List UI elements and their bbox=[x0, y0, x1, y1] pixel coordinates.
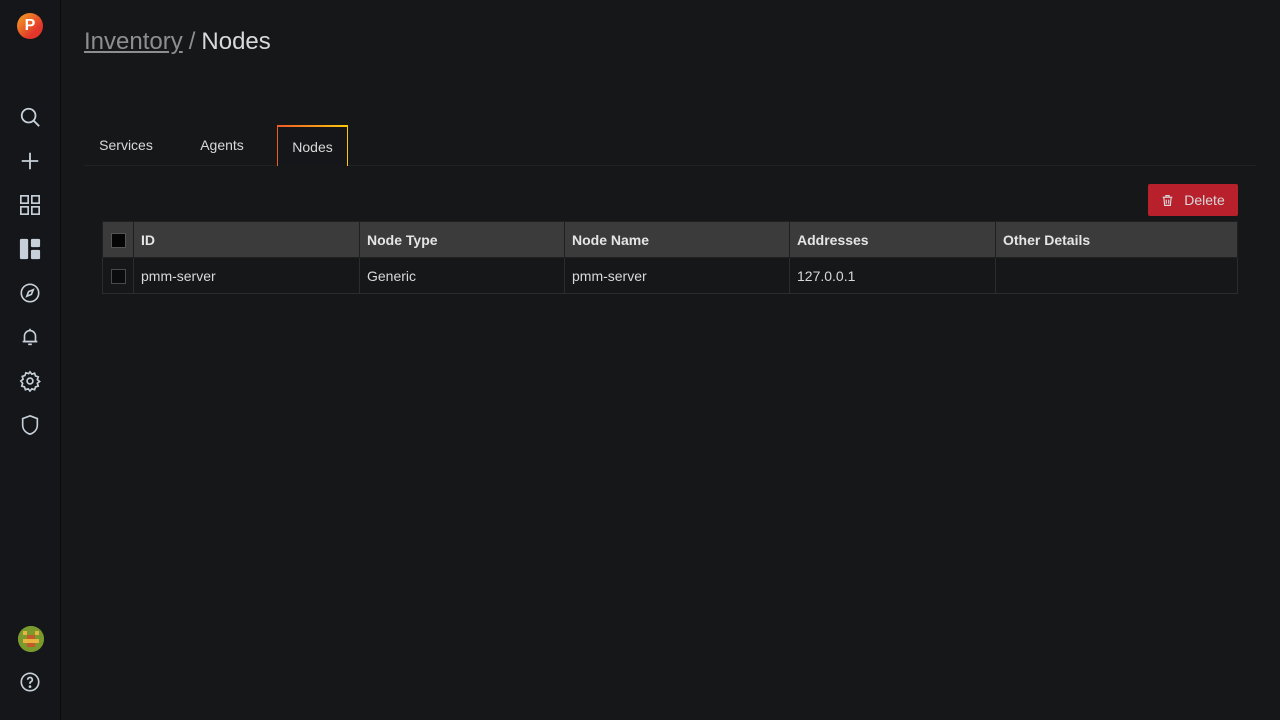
pmm-logo-icon[interactable]: P bbox=[17, 13, 43, 39]
breadcrumb-inventory-link[interactable]: Inventory bbox=[84, 28, 183, 55]
avatar[interactable] bbox=[18, 626, 44, 652]
table-row[interactable]: pmm-server Generic pmm-server 127.0.0.1 bbox=[102, 257, 1238, 294]
column-header-other-details: Other Details bbox=[995, 221, 1238, 258]
column-header-addresses: Addresses bbox=[789, 221, 996, 258]
column-header-node-type: Node Type bbox=[359, 221, 565, 258]
sidebar: P bbox=[0, 0, 60, 720]
logo-letter: P bbox=[24, 17, 36, 34]
page-title: Nodes bbox=[201, 28, 271, 55]
search-icon[interactable] bbox=[18, 105, 42, 129]
delete-button[interactable]: Delete bbox=[1148, 184, 1238, 216]
alerting-icon[interactable] bbox=[18, 325, 42, 349]
column-header-id: ID bbox=[133, 221, 360, 258]
help-icon[interactable] bbox=[18, 670, 42, 694]
tab-agents[interactable]: Agents bbox=[188, 125, 256, 165]
cell-addresses: 127.0.0.1 bbox=[789, 257, 996, 294]
manage-icon[interactable] bbox=[18, 237, 42, 261]
tab-bar: Services Agents Nodes bbox=[84, 125, 1256, 166]
tab-nodes[interactable]: Nodes bbox=[277, 125, 348, 166]
row-checkbox[interactable] bbox=[110, 268, 126, 284]
cell-node-type: Generic bbox=[359, 257, 565, 294]
table-header-row: ID Node Type Node Name Addresses Other D… bbox=[102, 221, 1238, 258]
plus-icon[interactable] bbox=[18, 149, 42, 173]
select-all-cell bbox=[102, 221, 134, 258]
cell-other-details bbox=[995, 257, 1238, 294]
delete-button-label: Delete bbox=[1184, 192, 1225, 208]
explore-icon[interactable] bbox=[18, 281, 42, 305]
trash-icon bbox=[1162, 194, 1173, 206]
cell-id: pmm-server bbox=[133, 257, 360, 294]
tab-services[interactable]: Services bbox=[84, 125, 168, 165]
dashboards-icon[interactable] bbox=[18, 193, 42, 217]
configuration-icon[interactable] bbox=[18, 369, 42, 393]
main-content: Inventory / Nodes Services Agents Nodes De… bbox=[60, 0, 1280, 720]
server-admin-icon[interactable] bbox=[18, 413, 42, 437]
cell-node-name: pmm-server bbox=[564, 257, 790, 294]
row-select-cell bbox=[102, 257, 134, 294]
nodes-table: ID Node Type Node Name Addresses Other D… bbox=[102, 221, 1238, 294]
breadcrumb: Inventory / Nodes bbox=[84, 28, 271, 56]
breadcrumb-separator: / bbox=[188, 28, 196, 55]
column-header-node-name: Node Name bbox=[564, 221, 790, 258]
select-all-checkbox[interactable] bbox=[110, 232, 126, 248]
